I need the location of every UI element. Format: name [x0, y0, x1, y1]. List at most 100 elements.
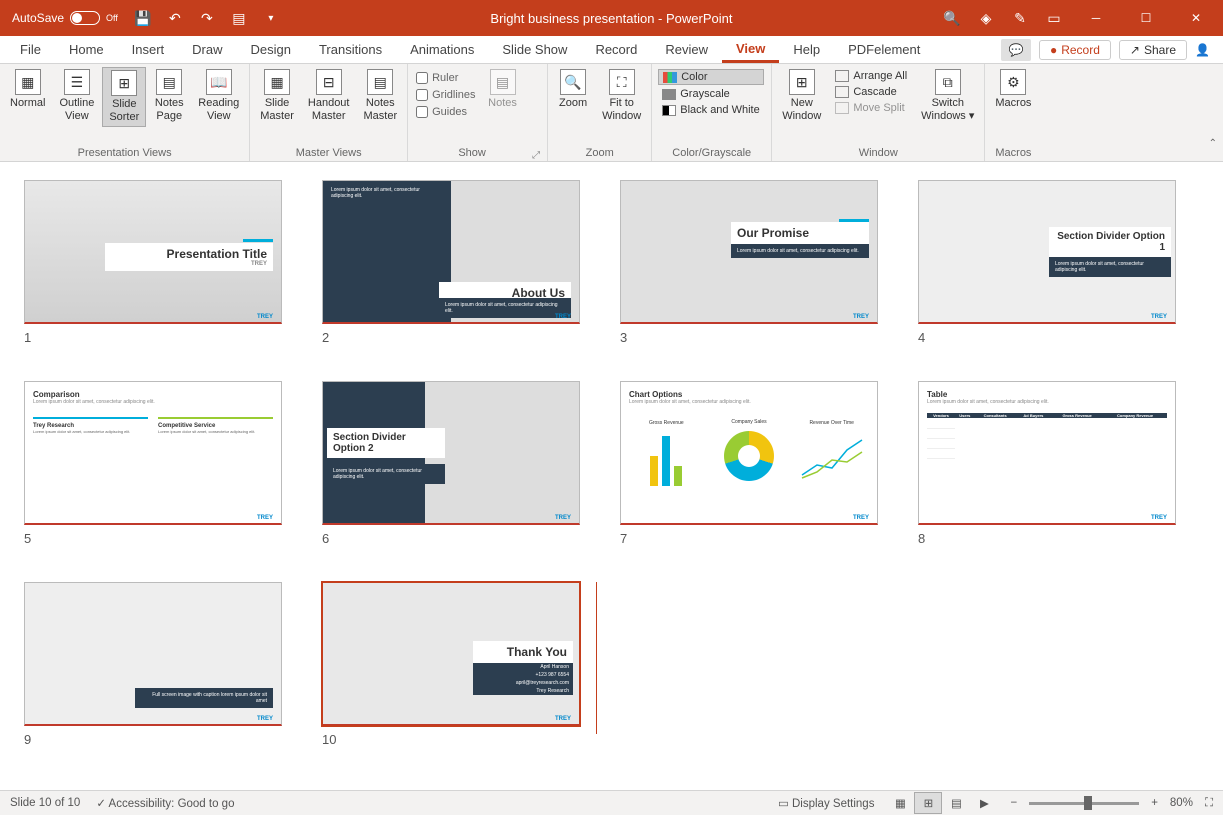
slide-thumbnail[interactable]: Section Divider Option 1 Lorem ipsum dol…	[918, 180, 1176, 345]
tab-review[interactable]: Review	[651, 36, 722, 63]
color-label: Color	[681, 71, 707, 83]
guides-checkbox[interactable]: Guides	[412, 105, 479, 119]
redo-icon[interactable]: ↷	[192, 3, 222, 33]
normal-view-icon[interactable]: ▦	[886, 792, 914, 814]
zoom-level[interactable]: 80%	[1170, 797, 1193, 809]
group-color-grayscale: Color Grayscale Black and White Color/Gr…	[652, 64, 772, 161]
move-split-button[interactable]: Move Split	[831, 101, 911, 115]
tab-record[interactable]: Record	[581, 36, 651, 63]
reading-view-icon[interactable]: ▤	[942, 792, 970, 814]
slide-thumbnail[interactable]: Our Promise Lorem ipsum dolor sit amet, …	[620, 180, 878, 345]
slide-thumbnail[interactable]: Full screen image with caption lorem ips…	[24, 582, 282, 747]
title-bar: AutoSave Off 💾 ↶ ↷ ▤ ▾ Bright business p…	[0, 0, 1223, 36]
outline-view-button[interactable]: ☰OutlineView	[53, 67, 100, 125]
slide-title: Our Promise	[737, 226, 863, 240]
gridlines-checkbox[interactable]: Gridlines	[412, 88, 479, 102]
slide-thumbnail[interactable]: Lorem ipsum dolor sit amet, consectetur …	[322, 180, 580, 345]
normal-view-button[interactable]: ▦Normal	[4, 67, 51, 125]
slide-title: Section Divider Option 2	[333, 432, 439, 454]
slide-thumbnail[interactable]: Table Lorem ipsum dolor sit amet, consec…	[918, 381, 1176, 546]
hm-l2: Master	[312, 110, 346, 123]
slide-thumbnail[interactable]: Presentation Title TREY TREY 1	[24, 180, 282, 345]
quick-access-more-icon[interactable]: ▾	[256, 3, 286, 33]
diamond-icon[interactable]: ◈	[971, 3, 1001, 33]
accessibility-status[interactable]: ✓ Accessibility: Good to go	[96, 796, 234, 810]
account-icon[interactable]: 👤	[1195, 43, 1215, 57]
record-button[interactable]: ● Record	[1039, 40, 1111, 60]
present-from-beginning-icon[interactable]: ▤	[224, 3, 254, 33]
slide-sub: Lorem ipsum dolor sit amet, consectetur …	[439, 298, 571, 318]
zoom-out-icon[interactable]: −	[1010, 797, 1017, 809]
slideshow-view-icon[interactable]: ▶	[970, 792, 998, 814]
comments-icon[interactable]: 💬	[1001, 39, 1031, 61]
normal-label: Normal	[10, 97, 45, 110]
tab-draw[interactable]: Draw	[178, 36, 236, 63]
undo-icon[interactable]: ↶	[160, 3, 190, 33]
tab-view[interactable]: View	[722, 36, 779, 63]
share-button[interactable]: ↗ Share	[1119, 40, 1187, 60]
tab-home[interactable]: Home	[55, 36, 118, 63]
window-mode-icon[interactable]: ▭	[1039, 3, 1069, 33]
cascade-icon	[835, 86, 849, 98]
tab-pdfelement[interactable]: PDFelement	[834, 36, 934, 63]
slide-sorter-button[interactable]: ⊞SlideSorter	[102, 67, 146, 127]
pen-icon[interactable]: ✎	[1005, 3, 1035, 33]
share-label: Share	[1144, 43, 1176, 57]
show-dialog-launcher-icon[interactable]: ⤢	[532, 150, 543, 161]
tab-insert[interactable]: Insert	[118, 36, 179, 63]
slide-thumbnail[interactable]: Thank You April Hanson +123 987 6554 apr…	[322, 582, 580, 747]
insertion-cursor	[596, 582, 597, 734]
sorter-view-icon[interactable]: ⊞	[914, 792, 942, 814]
group-window: ⊞NewWindow Arrange All Cascade Move Spli…	[772, 64, 985, 161]
new-window-button[interactable]: ⊞NewWindow	[776, 67, 827, 125]
cascade-button[interactable]: Cascade	[831, 85, 911, 99]
tab-animations[interactable]: Animations	[396, 36, 488, 63]
black-white-button[interactable]: Black and White	[658, 103, 763, 117]
display-settings-button[interactable]: ▭ Display Settings	[778, 796, 875, 810]
contact-4: Trey Research	[473, 687, 573, 695]
color-button[interactable]: Color	[658, 69, 763, 85]
slide-master-button[interactable]: ▦SlideMaster	[254, 67, 300, 125]
arrange-all-button[interactable]: Arrange All	[831, 69, 911, 83]
fit-to-window-icon[interactable]: ⛶	[1205, 797, 1213, 810]
zoom-in-icon[interactable]: +	[1151, 797, 1158, 809]
zoom-slider[interactable]	[1029, 802, 1139, 805]
arrange-label: Arrange All	[853, 70, 907, 82]
search-icon[interactable]: 🔍	[937, 3, 967, 33]
reading-view-button[interactable]: 📖ReadingView	[192, 67, 245, 125]
status-bar: Slide 10 of 10 ✓ Accessibility: Good to …	[0, 790, 1223, 815]
slide-thumbnail[interactable]: Section Divider Option 2 Lorem ipsum dol…	[322, 381, 580, 546]
tab-slide-show[interactable]: Slide Show	[488, 36, 581, 63]
slide-thumbnail[interactable]: Chart Options Lorem ipsum dolor sit amet…	[620, 381, 878, 546]
slide-title: Full screen image with caption lorem ips…	[135, 688, 273, 708]
autosave-toggle[interactable]: AutoSave Off	[4, 11, 126, 25]
grayscale-button[interactable]: Grayscale	[658, 87, 763, 101]
toggle-switch[interactable]	[70, 11, 100, 25]
close-icon[interactable]: ✕	[1173, 3, 1219, 33]
minimize-icon[interactable]: ─	[1073, 3, 1119, 33]
tab-design[interactable]: Design	[237, 36, 305, 63]
grayscale-label: Grayscale	[680, 88, 730, 100]
slide-thumbnail[interactable]: Comparison Lorem ipsum dolor sit amet, c…	[24, 381, 282, 546]
handout-master-button[interactable]: ⊟HandoutMaster	[302, 67, 356, 125]
outline-l2: View	[65, 110, 89, 123]
notes-page-button[interactable]: ▤NotesPage	[148, 67, 190, 125]
maximize-icon[interactable]: ☐	[1123, 3, 1169, 33]
tab-help[interactable]: Help	[779, 36, 834, 63]
slide-number: 9	[24, 732, 282, 747]
save-icon[interactable]: 💾	[128, 3, 158, 33]
collapse-ribbon-icon[interactable]: ⌃	[1209, 138, 1217, 149]
slide-sorter-area[interactable]: Presentation Title TREY TREY 1 Lorem ips…	[0, 162, 1223, 790]
show-label: Show	[412, 145, 532, 161]
notes-master-button[interactable]: ▤NotesMaster	[357, 67, 403, 125]
ruler-checkbox[interactable]: Ruler	[412, 71, 479, 85]
chart2-label: Company Sales	[712, 419, 787, 425]
tab-file[interactable]: File	[6, 36, 55, 63]
switch-windows-button[interactable]: ⧉SwitchWindows ▾	[915, 67, 980, 125]
notes-button[interactable]: ▤Notes	[482, 67, 524, 112]
zoom-button[interactable]: 🔍Zoom	[552, 67, 594, 125]
tab-transitions[interactable]: Transitions	[305, 36, 396, 63]
macros-button[interactable]: ⚙Macros	[989, 67, 1037, 125]
ribbon: ▦Normal ☰OutlineView ⊞SlideSorter ▤Notes…	[0, 64, 1223, 162]
fit-to-window-button[interactable]: ⛶Fit toWindow	[596, 67, 647, 125]
